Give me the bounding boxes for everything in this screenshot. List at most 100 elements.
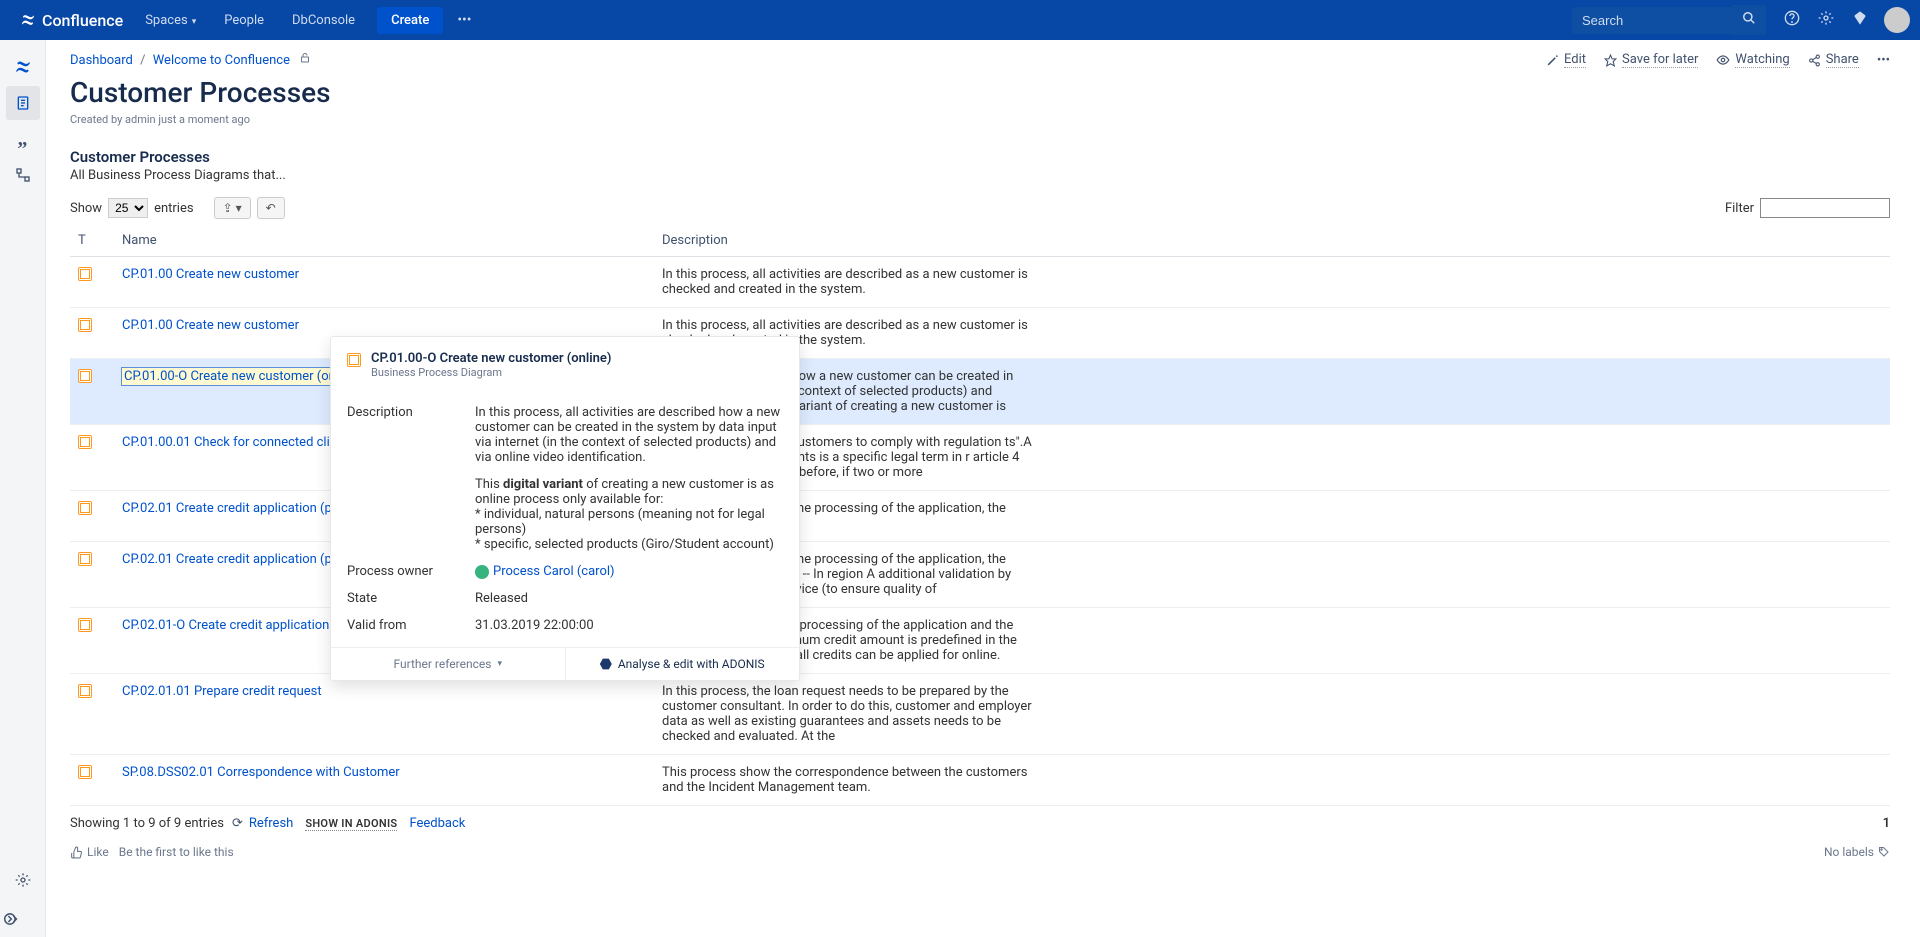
process-desc: In this process, all activities are desc… [662, 267, 1032, 297]
pagesize-select[interactable]: 25 [108, 198, 148, 218]
process-type-icon [78, 267, 92, 281]
process-name-link[interactable]: SP.08.DSS02.01 Correspondence with Custo… [122, 765, 400, 780]
page-title: Customer Processes [70, 76, 1890, 109]
process-name-link[interactable]: CP.01.00 Create new customer [122, 267, 299, 282]
nav-more-button[interactable]: ••• [447, 6, 481, 34]
process-name-link[interactable]: CP.01.00-O Create new customer (online) [122, 368, 363, 385]
popover-type-icon [347, 353, 361, 367]
refresh-icon[interactable]: ⟳ [232, 816, 243, 831]
col-name[interactable]: Name [114, 225, 654, 257]
nav-dbconsole[interactable]: DbConsole [280, 7, 367, 34]
feedback-link[interactable]: Feedback [409, 816, 465, 831]
brand-label: Confluence [42, 11, 123, 30]
page-content: Dashboard / Welcome to Confluence Edit S… [46, 40, 1920, 937]
search-input[interactable] [1572, 7, 1732, 34]
top-nav: Confluence Spaces People DbConsole Creat… [0, 0, 1920, 40]
save-later-button[interactable]: Save for later [1604, 52, 1698, 68]
process-name-link[interactable]: CP.02.01 Create credit application (priv… [122, 501, 364, 516]
process-name-link[interactable]: CP.02.01 Create credit application (priv… [122, 552, 364, 567]
popover-desc-label: Description [347, 405, 475, 552]
popover-valid-label: Valid from [347, 618, 475, 633]
process-type-icon [78, 765, 92, 779]
process-popover: CP.01.00-O Create new customer (online) … [330, 336, 800, 681]
star-icon [1604, 54, 1617, 67]
nav-right-icons [1776, 4, 1910, 36]
rail-pages-icon[interactable] [6, 86, 40, 120]
gear-icon[interactable] [1810, 4, 1842, 36]
process-desc: In this process, the loan request needs … [662, 684, 1032, 744]
col-desc[interactable]: Description [654, 225, 1890, 257]
popover-title: CP.01.00-O Create new customer (online) [371, 351, 611, 366]
table-controls: Show 25 entries ⇪ ▾ ↶ Filter [70, 197, 1890, 219]
process-type-icon [78, 552, 92, 566]
process-name-link[interactable]: CP.01.00 Create new customer [122, 318, 299, 333]
like-row: Like Be the first to like this No labels [70, 845, 1890, 859]
section-subtitle: All Business Process Diagrams that... [70, 168, 1890, 183]
table-info: Showing 1 to 9 of 9 entries [70, 816, 224, 831]
like-first-text: Be the first to like this [119, 845, 234, 859]
process-type-icon [78, 318, 92, 332]
process-type-icon [78, 435, 92, 449]
process-name-link[interactable]: CP.01.00.01 Check for connected clients [122, 435, 355, 450]
process-desc: This process show the correspondence bet… [662, 765, 1032, 795]
popover-owner-label: Process owner [347, 564, 475, 579]
crumb-welcome[interactable]: Welcome to Confluence [153, 53, 290, 68]
nav-spaces[interactable]: Spaces [133, 7, 208, 34]
filter-input[interactable] [1760, 198, 1890, 218]
table-row: SP.08.DSS02.01 Correspondence with Custo… [70, 755, 1890, 806]
notifications-icon[interactable] [1844, 4, 1876, 36]
sidebar-rail: „ [0, 40, 46, 937]
brand[interactable]: Confluence [10, 11, 133, 30]
like-button[interactable]: Like [70, 845, 109, 859]
popover-references-button[interactable]: Further references ▾ [331, 648, 566, 680]
popover-analyse-button[interactable]: Analyse & edit with ADONIS [566, 648, 800, 680]
watching-button[interactable]: Watching [1716, 52, 1789, 68]
popover-owner-link[interactable]: Process Carol (carol) [493, 564, 615, 579]
tag-icon [1878, 846, 1890, 858]
rail-logo-icon[interactable] [6, 50, 40, 84]
edit-button[interactable]: Edit [1546, 52, 1586, 68]
crumb-dashboard[interactable]: Dashboard [70, 53, 133, 68]
no-labels[interactable]: No labels [1824, 845, 1890, 859]
thumb-icon [70, 846, 83, 859]
eye-icon [1716, 53, 1730, 67]
share-icon [1808, 54, 1821, 67]
breadcrumb: Dashboard / Welcome to Confluence [70, 52, 1546, 68]
nav-menu: Spaces People DbConsole Create ••• [133, 6, 481, 34]
share-button[interactable]: Share [1808, 52, 1859, 68]
confluence-icon [20, 12, 36, 28]
table-footer: Showing 1 to 9 of 9 entries ⟳ Refresh SH… [70, 816, 1890, 831]
process-name-link[interactable]: CP.02.01.01 Prepare credit request [122, 684, 322, 699]
process-type-icon [78, 369, 92, 383]
process-type-icon [78, 684, 92, 698]
user-avatar[interactable] [1884, 7, 1910, 33]
rail-settings-icon[interactable] [6, 863, 40, 897]
chevron-down-icon: ▾ [497, 659, 502, 669]
export-button[interactable]: ⇪ ▾ [214, 197, 251, 219]
section-title: Customer Processes [70, 148, 1890, 166]
popover-type: Business Process Diagram [371, 366, 611, 379]
create-button[interactable]: Create [377, 7, 443, 34]
rail-tree-icon[interactable] [6, 158, 40, 192]
popover-state-value: Released [475, 591, 783, 606]
undo-button[interactable]: ↶ [257, 197, 285, 219]
page-number[interactable]: 1 [1883, 816, 1890, 831]
adonis-icon [600, 658, 612, 670]
table-row: CP.02.01.01 Prepare credit request In thi… [70, 674, 1890, 755]
more-actions-button[interactable]: ••• [1877, 53, 1890, 68]
process-type-icon [78, 618, 92, 632]
entries-label: entries [154, 201, 194, 216]
refresh-link[interactable]: Refresh [249, 816, 293, 831]
help-icon[interactable] [1776, 4, 1808, 36]
nav-people[interactable]: People [212, 7, 276, 34]
show-in-adonis-link[interactable]: SHOW IN ADONIS [305, 817, 397, 831]
search-icon [1742, 11, 1756, 25]
pencil-icon [1546, 54, 1559, 67]
col-type[interactable]: T [70, 225, 114, 257]
restrictions-icon[interactable] [299, 53, 311, 68]
rail-quote-icon[interactable]: „ [6, 122, 40, 156]
rail-expand-icon[interactable] [4, 911, 26, 931]
table-row: CP.01.00 Create new customer In this proc… [70, 257, 1890, 308]
popover-state-label: State [347, 591, 475, 606]
search-button[interactable] [1732, 5, 1766, 35]
